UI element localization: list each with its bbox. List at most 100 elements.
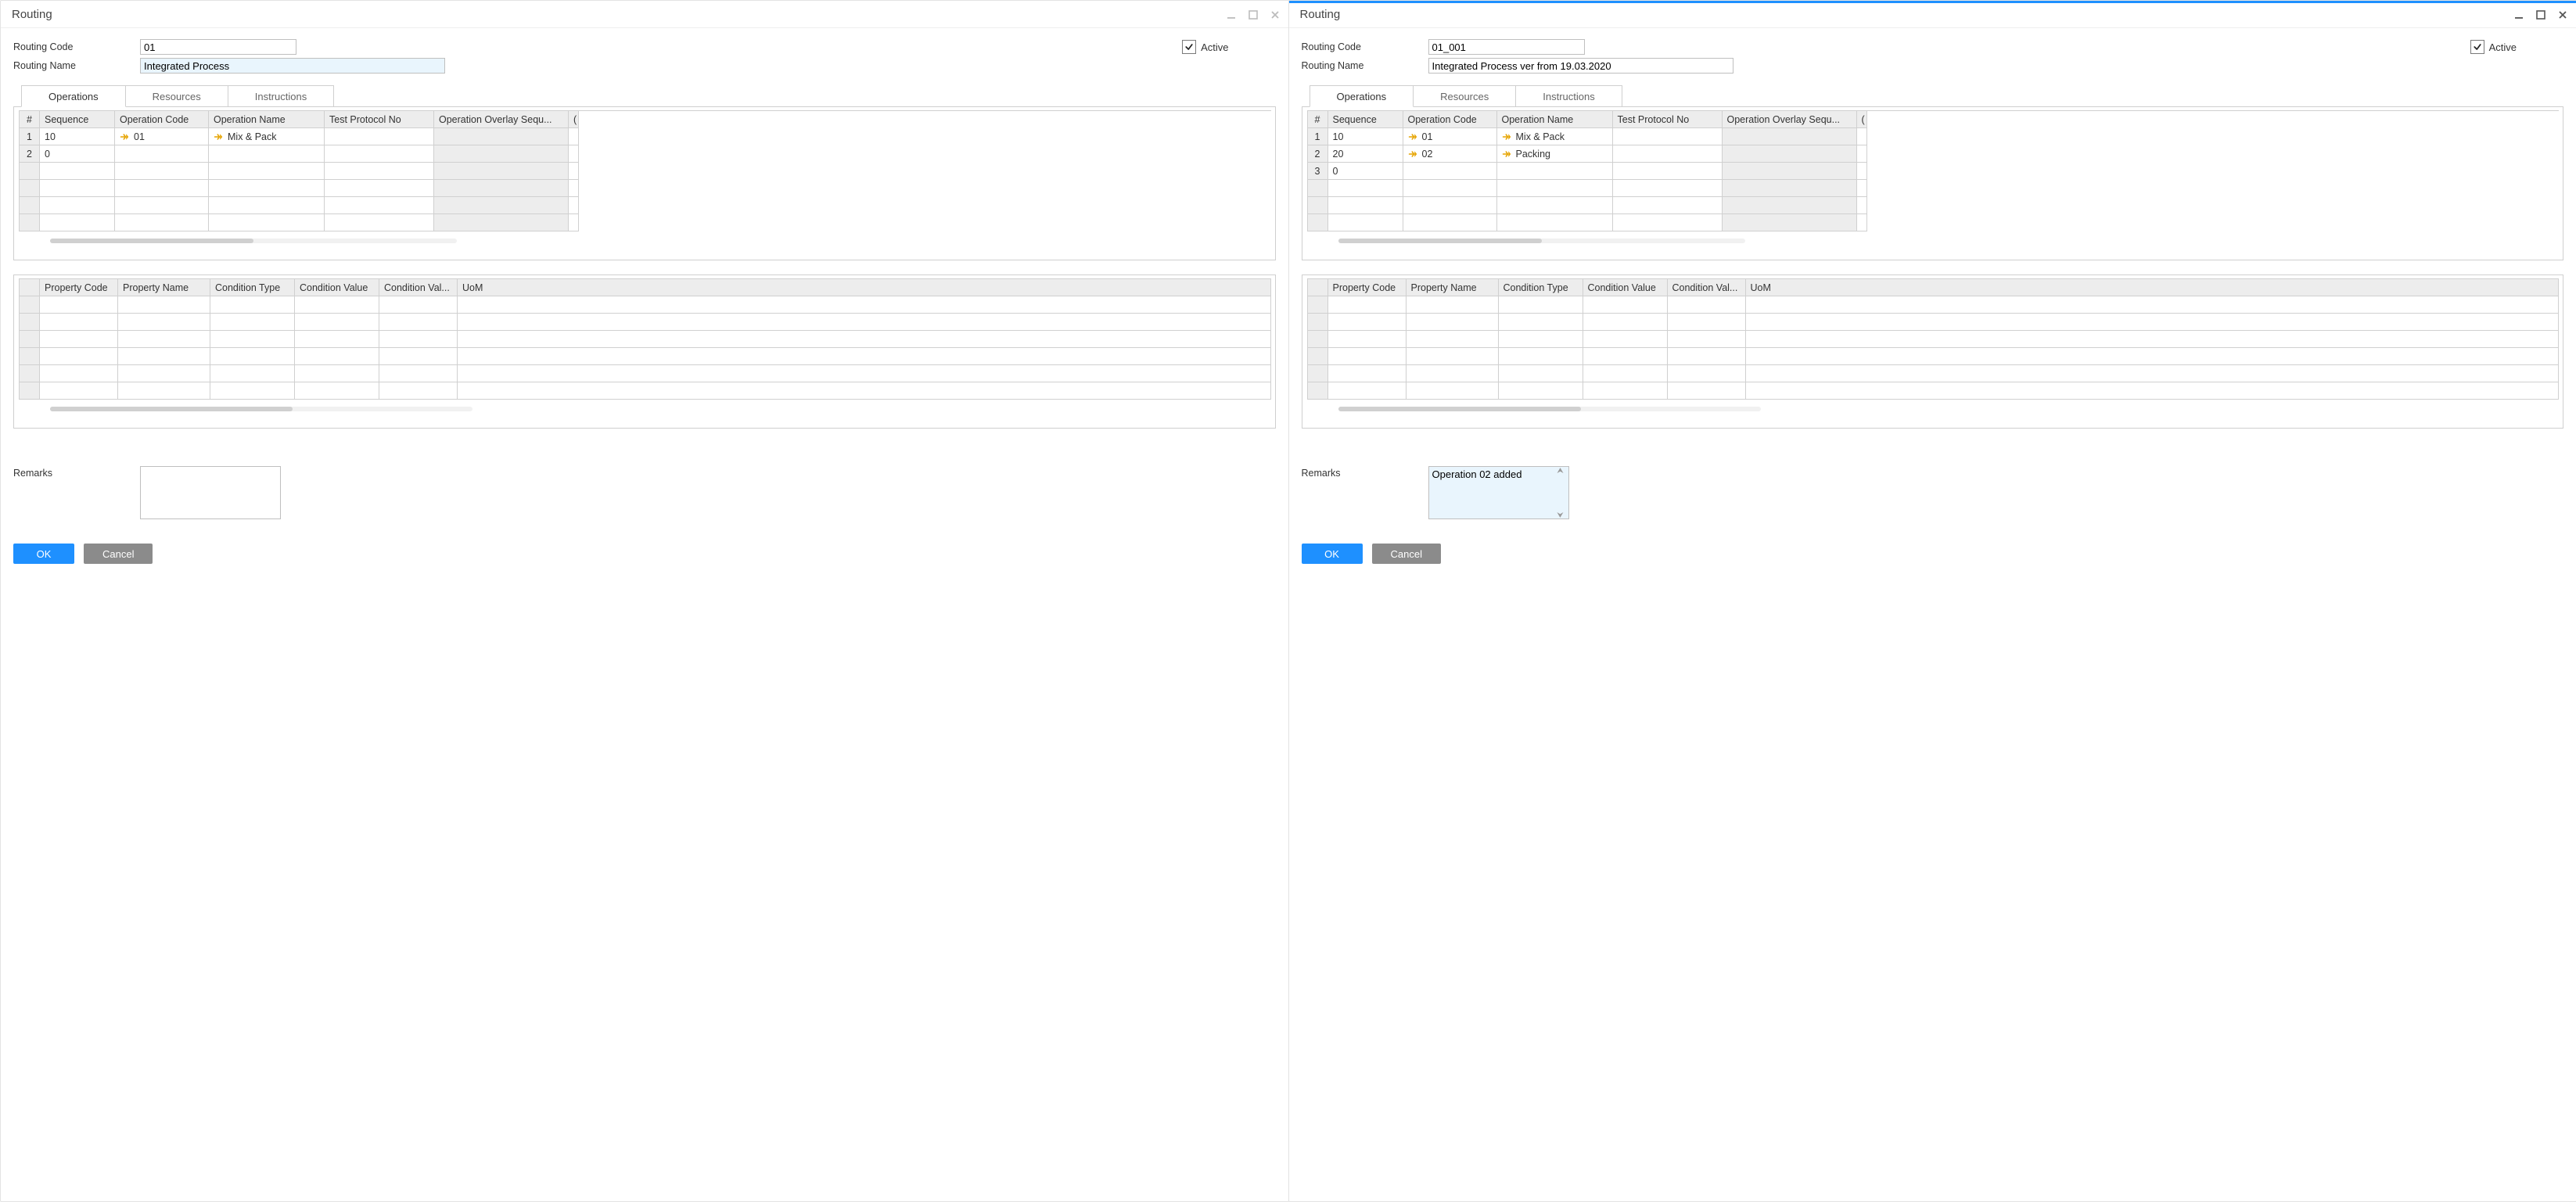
maximize-icon[interactable] [2535, 9, 2546, 20]
maximize-icon[interactable] [1248, 9, 1259, 20]
tab-operations[interactable]: Operations [21, 85, 126, 107]
col-property-name[interactable]: Property Name [118, 279, 210, 296]
col-op-name[interactable]: Operation Name [1497, 111, 1613, 128]
link-arrow-icon[interactable] [120, 132, 129, 142]
routing-code-input[interactable] [1428, 39, 1585, 55]
routing-name-input[interactable] [1428, 58, 1734, 74]
col-condition-value[interactable]: Condition Value [1583, 279, 1668, 296]
minimize-icon[interactable] [1226, 9, 1237, 20]
table-row[interactable] [20, 180, 1271, 197]
table-row[interactable] [1308, 296, 2560, 314]
active-checkbox[interactable] [1182, 40, 1196, 54]
link-arrow-icon[interactable] [1408, 132, 1417, 142]
ok-button[interactable]: OK [13, 544, 74, 564]
table-row[interactable] [20, 382, 1271, 400]
col-op-name[interactable]: Operation Name [209, 111, 325, 128]
col-overlay-seq[interactable]: Operation Overlay Sequ... [434, 111, 569, 128]
col-uom[interactable]: UoM [1746, 279, 2560, 296]
table-row[interactable] [1308, 382, 2560, 400]
remarks-input[interactable] [140, 466, 281, 519]
col-sequence[interactable]: Sequence [40, 111, 115, 128]
routing-name-input[interactable] [140, 58, 445, 74]
cell-test-protocol[interactable] [1613, 128, 1723, 145]
cell-overlay-seq[interactable] [434, 128, 569, 145]
close-icon[interactable] [1270, 9, 1281, 20]
tab-operations[interactable]: Operations [1310, 85, 1414, 107]
cell-overlay-seq[interactable] [1723, 163, 1857, 180]
col-overlay-seq[interactable]: Operation Overlay Sequ... [1723, 111, 1857, 128]
table-row[interactable] [20, 163, 1271, 180]
col-index[interactable] [20, 279, 40, 296]
table-row[interactable] [20, 314, 1271, 331]
cell-op-code[interactable]: 02 [1403, 145, 1497, 163]
cell-op-name[interactable] [1497, 163, 1613, 180]
spin-down-icon[interactable]: ⮟ [1554, 512, 1568, 520]
cell-op-name[interactable]: Mix & Pack [209, 128, 325, 145]
table-row[interactable] [20, 348, 1271, 365]
table-row[interactable]: 3 0 [1308, 163, 2560, 180]
routing-code-input[interactable] [140, 39, 296, 55]
active-checkbox[interactable] [2470, 40, 2484, 54]
col-op-code[interactable]: Operation Code [1403, 111, 1497, 128]
cell-op-code[interactable]: 01 [1403, 128, 1497, 145]
cell-op-name[interactable]: Packing [1497, 145, 1613, 163]
col-index[interactable] [1308, 279, 1328, 296]
table-row[interactable]: 2 0 [20, 145, 1271, 163]
hscroll-ops[interactable] [19, 238, 1270, 244]
cell-overlay-seq[interactable] [434, 145, 569, 163]
minimize-icon[interactable] [2513, 9, 2524, 20]
table-row[interactable] [1308, 214, 2560, 231]
cell-test-protocol[interactable] [1613, 145, 1723, 163]
cell-op-name[interactable]: Mix & Pack [1497, 128, 1613, 145]
col-sequence[interactable]: Sequence [1328, 111, 1403, 128]
table-row[interactable]: 2 20 02 Packing [1308, 145, 2560, 163]
cell-op-name[interactable] [209, 145, 325, 163]
col-index[interactable]: # [1308, 111, 1328, 128]
cell-sequence[interactable]: 10 [1328, 128, 1403, 145]
cell-overlay-seq[interactable] [1723, 145, 1857, 163]
col-condition-type[interactable]: Condition Type [210, 279, 295, 296]
col-condition-value-to[interactable]: Condition Val... [379, 279, 458, 296]
table-row[interactable] [20, 296, 1271, 314]
tab-instructions[interactable]: Instructions [228, 85, 334, 107]
col-property-name[interactable]: Property Name [1407, 279, 1499, 296]
link-arrow-icon[interactable] [214, 132, 223, 142]
col-condition-value[interactable]: Condition Value [295, 279, 379, 296]
table-row[interactable] [1308, 331, 2560, 348]
cell-sequence[interactable]: 10 [40, 128, 115, 145]
table-row[interactable] [20, 365, 1271, 382]
hscroll-props[interactable] [19, 406, 1270, 412]
tab-resources[interactable]: Resources [126, 85, 228, 107]
link-arrow-icon[interactable] [1408, 149, 1417, 159]
col-op-code[interactable]: Operation Code [115, 111, 209, 128]
cell-test-protocol[interactable] [325, 145, 434, 163]
col-property-code[interactable]: Property Code [1328, 279, 1407, 296]
cell-test-protocol[interactable] [325, 128, 434, 145]
cancel-button[interactable]: Cancel [84, 544, 153, 564]
cell-overlay-seq[interactable] [1723, 128, 1857, 145]
cell-test-protocol[interactable] [1613, 163, 1723, 180]
cell-op-code[interactable] [1403, 163, 1497, 180]
table-row[interactable] [1308, 348, 2560, 365]
table-row[interactable] [1308, 197, 2560, 214]
col-condition-value-to[interactable]: Condition Val... [1668, 279, 1746, 296]
col-property-code[interactable]: Property Code [40, 279, 118, 296]
cell-op-code[interactable] [115, 145, 209, 163]
col-condition-type[interactable]: Condition Type [1499, 279, 1583, 296]
table-row[interactable]: 1 10 01 Mix & Pack [1308, 128, 2560, 145]
tab-instructions[interactable]: Instructions [1516, 85, 1622, 107]
cell-sequence[interactable]: 20 [1328, 145, 1403, 163]
table-row[interactable] [20, 197, 1271, 214]
col-test-protocol[interactable]: Test Protocol No [325, 111, 434, 128]
table-row[interactable] [20, 214, 1271, 231]
col-index[interactable]: # [20, 111, 40, 128]
cell-sequence[interactable]: 0 [40, 145, 115, 163]
cell-sequence[interactable]: 0 [1328, 163, 1403, 180]
hscroll-props[interactable] [1307, 406, 2559, 412]
cell-op-code[interactable]: 01 [115, 128, 209, 145]
tab-resources[interactable]: Resources [1414, 85, 1516, 107]
cancel-button[interactable]: Cancel [1372, 544, 1441, 564]
table-row[interactable] [20, 331, 1271, 348]
spin-up-icon[interactable]: ⮝ [1554, 468, 1568, 475]
table-row[interactable] [1308, 180, 2560, 197]
